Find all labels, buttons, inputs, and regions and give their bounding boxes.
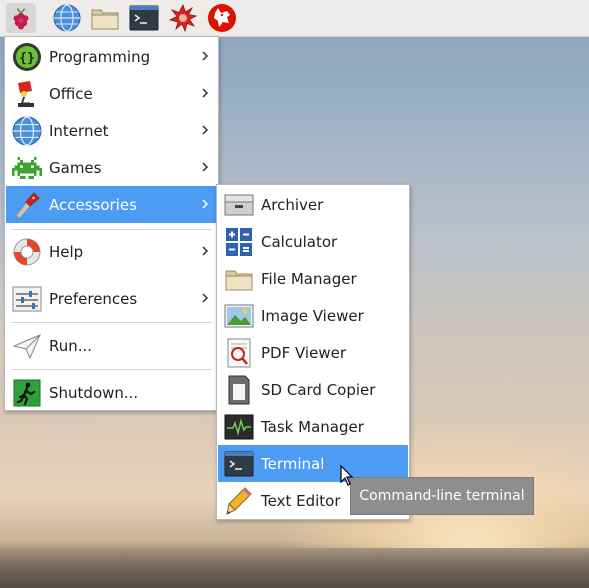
braces-icon: {}: [11, 41, 43, 73]
sliders-icon: [11, 283, 43, 315]
menu-item-label: Internet: [49, 121, 109, 140]
submenu-item-file-manager[interactable]: File Manager: [218, 260, 408, 297]
lamp-icon: [11, 78, 43, 110]
submenu-item-calculator[interactable]: Calculator: [218, 223, 408, 260]
menu-item-label: Help: [49, 242, 84, 261]
submenu-item-label: SD Card Copier: [261, 380, 376, 399]
mathematica-button[interactable]: [168, 3, 198, 33]
submenu-item-pdf-viewer[interactable]: PDF Viewer: [218, 334, 408, 371]
folder-icon: [223, 263, 255, 295]
pdf-icon: [223, 337, 255, 369]
menu-item-label: Programming: [49, 47, 151, 66]
globe-icon: [53, 4, 81, 32]
raspberry-icon: [13, 8, 29, 30]
exit-icon: [11, 377, 43, 409]
submenu-item-label: Task Manager: [261, 417, 364, 436]
terminal-icon: [223, 448, 255, 480]
accessories-submenu: Archiver Calculator File Manager Image V…: [216, 184, 410, 520]
taskbar: [0, 0, 589, 37]
mouse-cursor-icon: [340, 465, 354, 486]
sd-card-icon: [223, 374, 255, 406]
chevron-right-icon: [199, 122, 211, 138]
wolfram-button[interactable]: [207, 3, 237, 33]
archive-icon: [223, 189, 255, 221]
menu-item-programming[interactable]: {} Programming: [6, 38, 217, 75]
submenu-item-label: Terminal: [261, 454, 325, 473]
menu-item-internet[interactable]: Internet: [6, 112, 217, 149]
lifebuoy-icon: [11, 236, 43, 268]
monitor-icon: [223, 411, 255, 443]
terminal-icon: [129, 5, 159, 31]
tooltip: Command-line terminal: [350, 477, 534, 515]
menu-separator: [11, 369, 212, 370]
pocket-knife-icon: [11, 189, 43, 221]
submenu-item-label: File Manager: [261, 269, 357, 288]
menu-item-label: Preferences: [49, 289, 138, 308]
star-burst-icon: [169, 4, 197, 32]
menu-item-label: Accessories: [49, 195, 137, 214]
menu-item-label: Shutdown...: [49, 383, 139, 402]
globe-icon: [11, 115, 43, 147]
wolf-icon: [208, 4, 236, 32]
submenu-item-task-manager[interactable]: Task Manager: [218, 408, 408, 445]
menu-item-games[interactable]: Games: [6, 149, 217, 186]
chevron-right-icon: [199, 48, 211, 64]
web-browser-button[interactable]: [52, 3, 82, 33]
chevron-right-icon: [199, 290, 211, 306]
main-menu: {} Programming Office Internet Games Acc…: [4, 36, 219, 411]
menu-separator: [11, 229, 212, 230]
menu-item-label: Run...: [49, 336, 93, 355]
calculator-icon: [223, 226, 255, 258]
menu-item-office[interactable]: Office: [6, 75, 217, 112]
raspberry-menu-button[interactable]: [6, 3, 36, 33]
menu-item-label: Games: [49, 158, 102, 177]
menu-item-run[interactable]: Run...: [6, 327, 217, 364]
submenu-item-image-viewer[interactable]: Image Viewer: [218, 297, 408, 334]
menu-item-label: Office: [49, 84, 93, 103]
chevron-right-icon: [199, 85, 211, 101]
svg-text:{}: {}: [19, 51, 35, 66]
chevron-right-icon: [199, 159, 211, 175]
submenu-item-sd-card-copier[interactable]: SD Card Copier: [218, 371, 408, 408]
submenu-item-label: PDF Viewer: [261, 343, 346, 362]
chevron-right-icon: [199, 243, 211, 259]
menu-separator: [11, 322, 212, 323]
pencil-icon: [223, 485, 255, 517]
terminal-button[interactable]: [129, 3, 159, 33]
menu-item-preferences[interactable]: Preferences: [6, 280, 217, 317]
folder-icon: [91, 9, 119, 30]
space-invader-icon: [11, 152, 43, 184]
submenu-item-label: Archiver: [261, 195, 324, 214]
submenu-item-label: Image Viewer: [261, 306, 364, 325]
submenu-item-label: Calculator: [261, 232, 338, 251]
menu-item-shutdown[interactable]: Shutdown...: [6, 374, 217, 411]
menu-item-accessories[interactable]: Accessories: [6, 186, 217, 223]
menu-item-help[interactable]: Help: [6, 233, 217, 270]
submenu-item-archiver[interactable]: Archiver: [218, 186, 408, 223]
image-icon: [223, 300, 255, 332]
file-manager-button[interactable]: [90, 3, 120, 33]
chevron-right-icon: [199, 196, 211, 212]
submenu-item-label: Text Editor: [261, 491, 341, 510]
wallpaper-ground: [0, 548, 589, 588]
paper-plane-icon: [11, 330, 43, 362]
